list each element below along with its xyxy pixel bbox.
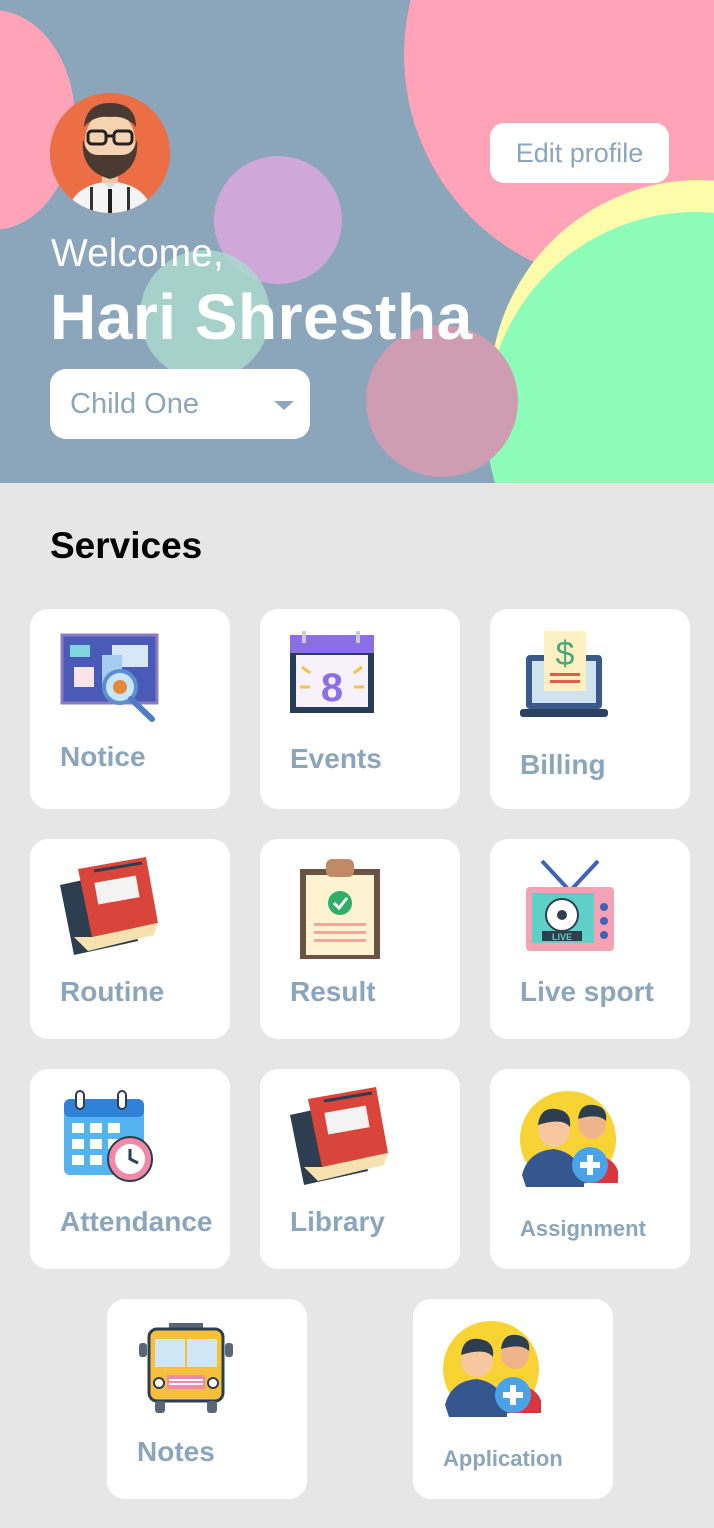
svg-text:8: 8 <box>321 666 343 710</box>
child-select-value: Child One <box>70 387 199 420</box>
bus-icon <box>139 1323 233 1413</box>
service-label: Attendance <box>60 1206 213 1237</box>
avatar[interactable] <box>50 93 170 213</box>
service-card-notes[interactable]: Notes <box>107 1299 307 1499</box>
service-card-notice[interactable]: Notice <box>30 609 230 809</box>
service-label: Live sport <box>520 976 654 1007</box>
profile-header: Edit profile Welcome, Hari Shrestha Chil… <box>0 0 714 483</box>
service-label: Billing <box>520 749 606 780</box>
service-card-attendance[interactable]: Attendance <box>30 1069 230 1269</box>
service-label: Notes <box>137 1436 215 1467</box>
clipboard-result-icon <box>300 859 380 959</box>
service-card-application[interactable]: Application <box>413 1299 613 1499</box>
edit-profile-button[interactable]: Edit profile <box>490 123 669 183</box>
service-card-assignment[interactable]: Assignment <box>490 1069 690 1269</box>
service-label: Notice <box>60 741 146 772</box>
service-label: Assignment <box>520 1216 646 1241</box>
service-card-routine[interactable]: Routine <box>30 839 230 1039</box>
service-label: Application <box>443 1446 563 1471</box>
notice-board-icon <box>60 633 159 722</box>
user-name: Hari Shrestha <box>50 281 473 353</box>
avatar-icon <box>50 93 170 213</box>
chevron-down-icon <box>274 401 294 410</box>
service-card-events[interactable]: 8 Events <box>260 609 460 809</box>
calendar-clock-icon <box>64 1090 153 1182</box>
calendar-event-icon: 8 <box>290 631 374 713</box>
people-add-icon <box>520 1091 618 1187</box>
svg-text:LIVE: LIVE <box>552 932 572 942</box>
welcome-text: Welcome, <box>51 232 224 275</box>
service-label: Result <box>290 976 376 1007</box>
book-icon <box>60 857 158 955</box>
services-title: Services <box>50 525 203 566</box>
service-label: Routine <box>60 976 165 1007</box>
service-card-live-sport[interactable]: LIVE Live sport <box>490 839 690 1039</box>
svg-text:$: $ <box>556 635 575 673</box>
service-card-library[interactable]: Library <box>260 1069 460 1269</box>
people-add-icon <box>443 1321 541 1417</box>
tv-live-icon: LIVE <box>526 859 614 951</box>
service-card-billing[interactable]: $ Billing <box>490 609 690 809</box>
service-label: Events <box>290 743 382 774</box>
book-icon <box>290 1087 388 1185</box>
service-card-result[interactable]: Result <box>260 839 460 1039</box>
laptop-bill-icon: $ <box>520 631 608 717</box>
service-label: Library <box>290 1206 385 1237</box>
child-select-dropdown[interactable]: Child One <box>50 369 310 439</box>
